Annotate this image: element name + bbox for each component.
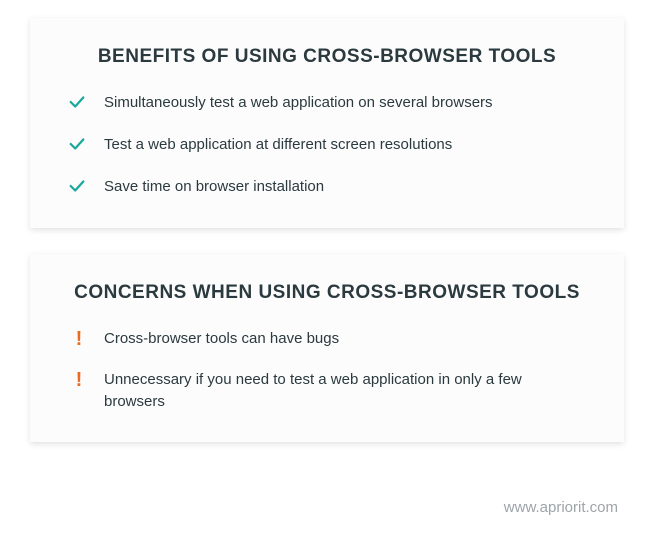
benefit-item: Simultaneously test a web application on…: [68, 92, 586, 116]
check-icon: [68, 177, 90, 200]
concern-text: Cross-browser tools can have bugs: [104, 328, 339, 351]
benefit-item: Test a web application at different scre…: [68, 134, 586, 158]
concerns-card: CONCERNS WHEN USING CROSS-BROWSER TOOLS …: [30, 254, 624, 442]
benefit-text: Test a web application at different scre…: [104, 134, 452, 157]
benefit-text: Simultaneously test a web application on…: [104, 92, 493, 115]
concern-text: Unnecessary if you need to test a web ap…: [104, 369, 586, 414]
check-icon: [68, 93, 90, 116]
concerns-title: CONCERNS WHEN USING CROSS-BROWSER TOOLS: [68, 282, 586, 304]
concern-item: ! Unnecessary if you need to test a web …: [68, 369, 586, 414]
benefit-text: Save time on browser installation: [104, 176, 324, 199]
concern-item: ! Cross-browser tools can have bugs: [68, 328, 586, 351]
check-icon: [68, 135, 90, 158]
benefit-item: Save time on browser installation: [68, 176, 586, 200]
benefits-title: BENEFITS OF USING CROSS-BROWSER TOOLS: [68, 46, 586, 68]
exclamation-icon: !: [68, 329, 90, 349]
benefits-card: BENEFITS OF USING CROSS-BROWSER TOOLS Si…: [30, 18, 624, 228]
footer-attribution: www.apriorit.com: [30, 499, 624, 524]
exclamation-icon: !: [68, 370, 90, 390]
